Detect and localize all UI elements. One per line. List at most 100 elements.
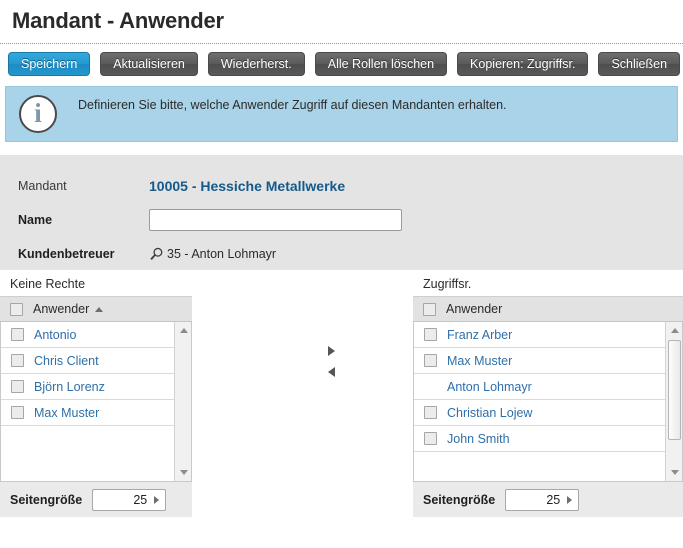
right-list-footer: Seitengröße 25 xyxy=(413,482,683,517)
right-header-checkbox-cell[interactable] xyxy=(413,302,446,316)
row-checkbox-cell[interactable] xyxy=(1,328,34,341)
right-list-body: Franz Arber Max Muster Anton Lohmayr Chr… xyxy=(413,322,683,482)
mandant-value: 10005 - Hessiche Metallwerke xyxy=(149,178,346,194)
kundenbetreuer-lookup[interactable]: 35 - Anton Lohmayr xyxy=(149,247,276,262)
restore-button[interactable]: Wiederherst. xyxy=(207,52,305,76)
right-list-scrollbar[interactable] xyxy=(665,322,682,481)
scroll-up-icon[interactable] xyxy=(666,322,682,339)
left-header-checkbox-cell[interactable] xyxy=(0,302,33,316)
transfer-controls xyxy=(328,346,335,377)
save-button[interactable]: Speichern xyxy=(8,52,91,76)
list-item-label[interactable]: Antonio xyxy=(34,328,76,342)
list-item-label[interactable]: Anton Lohmayr xyxy=(447,380,532,394)
pagesize-dropdown-icon[interactable] xyxy=(154,495,160,504)
row-checkbox-cell[interactable] xyxy=(414,432,447,445)
kundenbetreuer-value: 35 - Anton Lohmayr xyxy=(167,247,277,261)
list-panel-zugriffsrechte: Zugriffsr. Anwender Franz Arber Max Must… xyxy=(413,270,683,517)
row-checkbox[interactable] xyxy=(11,380,24,393)
copy-access-rights-button[interactable]: Kopieren: Zugriffsr. xyxy=(457,52,589,76)
left-pagesize-value: 25 xyxy=(133,492,148,507)
info-icon-glyph: i xyxy=(34,97,42,128)
triangle-down xyxy=(179,470,188,475)
table-row[interactable]: Christian Lojew xyxy=(414,400,682,426)
info-icon: i xyxy=(19,95,57,133)
sort-ascending-icon xyxy=(95,307,104,313)
table-row[interactable]: John Smith xyxy=(414,426,682,452)
name-input[interactable] xyxy=(149,209,402,231)
left-list-scrollbar[interactable] xyxy=(174,322,191,481)
table-row[interactable]: Max Muster xyxy=(1,400,191,426)
left-list-header: Anwender xyxy=(0,296,192,322)
name-label: Name xyxy=(18,213,53,227)
row-checkbox[interactable] xyxy=(424,328,437,341)
dual-list-area: Keine Rechte Anwender Antonio Chris Clie… xyxy=(0,270,683,517)
info-banner-text: Definieren Sie bitte, welche Anwender Zu… xyxy=(78,98,507,112)
detail-form: Mandant 10005 - Hessiche Metallwerke Nam… xyxy=(0,155,683,270)
row-checkbox[interactable] xyxy=(11,354,24,367)
right-list-caption: Zugriffsr. xyxy=(423,277,472,291)
page-title: Mandant - Anwender xyxy=(12,8,224,33)
table-row[interactable]: Björn Lorenz xyxy=(1,374,191,400)
list-item-label[interactable]: Max Muster xyxy=(447,354,512,368)
move-left-button[interactable] xyxy=(328,367,335,377)
left-select-all-checkbox[interactable] xyxy=(10,302,23,316)
triangle-down xyxy=(670,470,679,475)
refresh-button[interactable]: Aktualisieren xyxy=(100,52,198,76)
table-row[interactable]: Max Muster xyxy=(414,348,682,374)
right-column-header[interactable]: Anwender xyxy=(446,302,502,316)
row-checkbox[interactable] xyxy=(424,354,437,367)
row-checkbox-cell[interactable] xyxy=(1,354,34,367)
mandant-label: Mandant xyxy=(18,179,67,193)
row-checkbox-cell[interactable] xyxy=(414,328,447,341)
left-column-header[interactable]: Anwender xyxy=(33,302,104,316)
row-checkbox-cell[interactable] xyxy=(414,354,447,367)
list-item-label[interactable]: Christian Lojew xyxy=(447,406,532,420)
row-checkbox[interactable] xyxy=(11,406,24,419)
scroll-down-icon[interactable] xyxy=(175,464,191,481)
list-item-label[interactable]: John Smith xyxy=(447,432,510,446)
left-list-caption: Keine Rechte xyxy=(10,277,86,291)
form-row-mandant: Mandant 10005 - Hessiche Metallwerke xyxy=(18,169,683,203)
list-item-label[interactable]: Chris Client xyxy=(34,354,99,368)
table-row[interactable]: Franz Arber xyxy=(414,322,682,348)
table-row[interactable]: Anton Lohmayr xyxy=(414,374,682,400)
left-list-body: Antonio Chris Client Björn Lorenz Max Mu… xyxy=(0,322,192,482)
right-pagesize-label: Seitengröße xyxy=(423,492,496,507)
list-item-label[interactable]: Franz Arber xyxy=(447,328,512,342)
form-row-name: Name xyxy=(18,203,683,237)
row-checkbox-cell xyxy=(414,380,447,393)
triangle-up xyxy=(670,328,679,333)
kundenbetreuer-label: Kundenbetreuer xyxy=(18,247,115,261)
list-item-label[interactable]: Max Muster xyxy=(34,406,99,420)
left-pagesize-label: Seitengröße xyxy=(10,492,83,507)
scroll-up-icon[interactable] xyxy=(175,322,191,339)
list-item-label[interactable]: Björn Lorenz xyxy=(34,380,105,394)
right-select-all-checkbox[interactable] xyxy=(423,302,436,316)
table-row[interactable]: Chris Client xyxy=(1,348,191,374)
form-row-kundenbetreuer: Kundenbetreuer 35 - Anton Lohmayr xyxy=(18,237,683,271)
delete-all-roles-button[interactable]: Alle Rollen löschen xyxy=(314,52,448,76)
scrollbar-thumb[interactable] xyxy=(668,340,681,440)
pagesize-dropdown-icon[interactable] xyxy=(567,495,573,504)
triangle-up xyxy=(179,328,188,333)
row-checkbox-cell[interactable] xyxy=(1,380,34,393)
right-pagesize-value: 25 xyxy=(546,492,561,507)
row-checkbox-cell[interactable] xyxy=(414,406,447,419)
left-column-header-label: Anwender xyxy=(33,302,90,316)
row-checkbox[interactable] xyxy=(424,432,437,445)
move-right-button[interactable] xyxy=(328,346,335,356)
close-button[interactable]: Schließen xyxy=(598,52,681,76)
table-row[interactable]: Antonio xyxy=(1,322,191,348)
right-list-header: Anwender xyxy=(413,296,683,322)
toolbar: Speichern Aktualisieren Wiederherst. All… xyxy=(0,44,683,84)
row-checkbox-cell[interactable] xyxy=(1,406,34,419)
row-checkbox[interactable] xyxy=(424,406,437,419)
left-pagesize-input[interactable]: 25 xyxy=(92,488,167,511)
scroll-down-icon[interactable] xyxy=(666,464,682,481)
row-checkbox[interactable] xyxy=(11,328,24,341)
right-pagesize-input[interactable]: 25 xyxy=(505,488,580,511)
left-list-footer: Seitengröße 25 xyxy=(0,482,192,517)
list-panel-keine-rechte: Keine Rechte Anwender Antonio Chris Clie… xyxy=(0,270,192,517)
magnifier-icon xyxy=(150,247,163,260)
info-banner: i Definieren Sie bitte, welche Anwender … xyxy=(5,86,678,142)
